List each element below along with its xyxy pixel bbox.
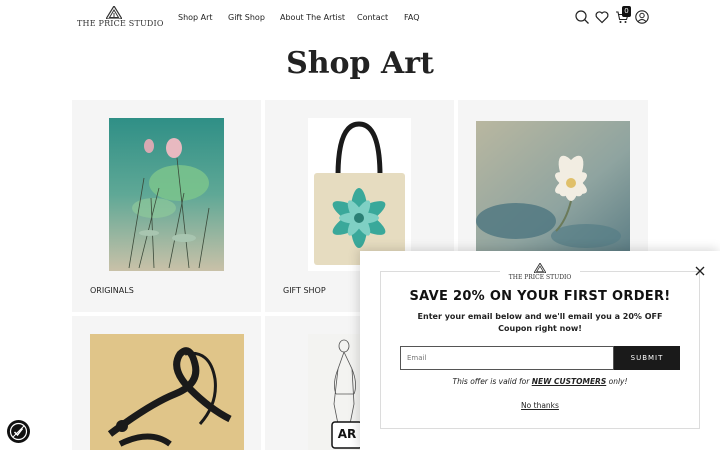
svg-text:AR: AR [338, 427, 357, 441]
offer-note: This offer is valid for NEW CUSTOMERS on… [360, 377, 720, 386]
nav-about-artist[interactable]: About The Artist [280, 13, 345, 22]
category-card-originals[interactable]: ORIGINALS [72, 100, 261, 312]
newsletter-popup: THE PRICE STUDIO SAVE 20% ON YOUR FIRST … [360, 251, 720, 450]
logo-text: THE PRICE STUDIO [77, 19, 164, 28]
nav-shop-art[interactable]: Shop Art [178, 13, 213, 22]
nav-contact[interactable]: Contact [357, 13, 388, 22]
no-thanks-link[interactable]: No thanks [360, 401, 720, 410]
category-card-4[interactable] [72, 316, 261, 450]
lotus-painting-image [476, 121, 630, 251]
nav-faq[interactable]: FAQ [404, 13, 420, 22]
submit-button[interactable]: SUBMIT [614, 346, 680, 370]
logo-mark-icon [106, 6, 122, 19]
originals-artwork-image [109, 118, 224, 271]
offer-new-customers: NEW CUSTOMERS [531, 377, 607, 386]
popup-subtext: Enter your email below and we'll email y… [417, 312, 663, 333]
nav-gift-shop[interactable]: Gift Shop [228, 13, 265, 22]
popup-headline: SAVE 20% ON YOUR FIRST ORDER! [409, 289, 671, 304]
site-logo[interactable]: THE PRICE STUDIO [77, 6, 164, 30]
logo-mark-icon [534, 263, 546, 273]
card-label-gift-shop: GIFT SHOP [283, 286, 326, 295]
heart-icon[interactable] [595, 10, 609, 24]
popup-logo: THE PRICE STUDIO [500, 263, 580, 283]
email-field[interactable] [400, 346, 614, 370]
card-label-originals: ORIGINALS [90, 286, 134, 295]
offer-suffix: only! [606, 377, 628, 386]
site-header: THE PRICE STUDIO Shop Art Gift Shop Abou… [0, 0, 720, 40]
close-icon[interactable] [694, 265, 706, 277]
cart-count-badge: 0 [622, 6, 631, 17]
accessibility-icon [9, 422, 28, 441]
popup-logo-text: THE PRICE STUDIO [508, 274, 572, 281]
accessibility-button[interactable] [7, 420, 30, 443]
dancer-painting-image [90, 334, 244, 450]
page-title: Shop Art [286, 46, 434, 81]
offer-prefix: This offer is valid for [452, 377, 532, 386]
account-icon[interactable] [635, 10, 649, 24]
gift-shop-tote-image [308, 118, 411, 271]
search-icon[interactable] [575, 10, 589, 24]
